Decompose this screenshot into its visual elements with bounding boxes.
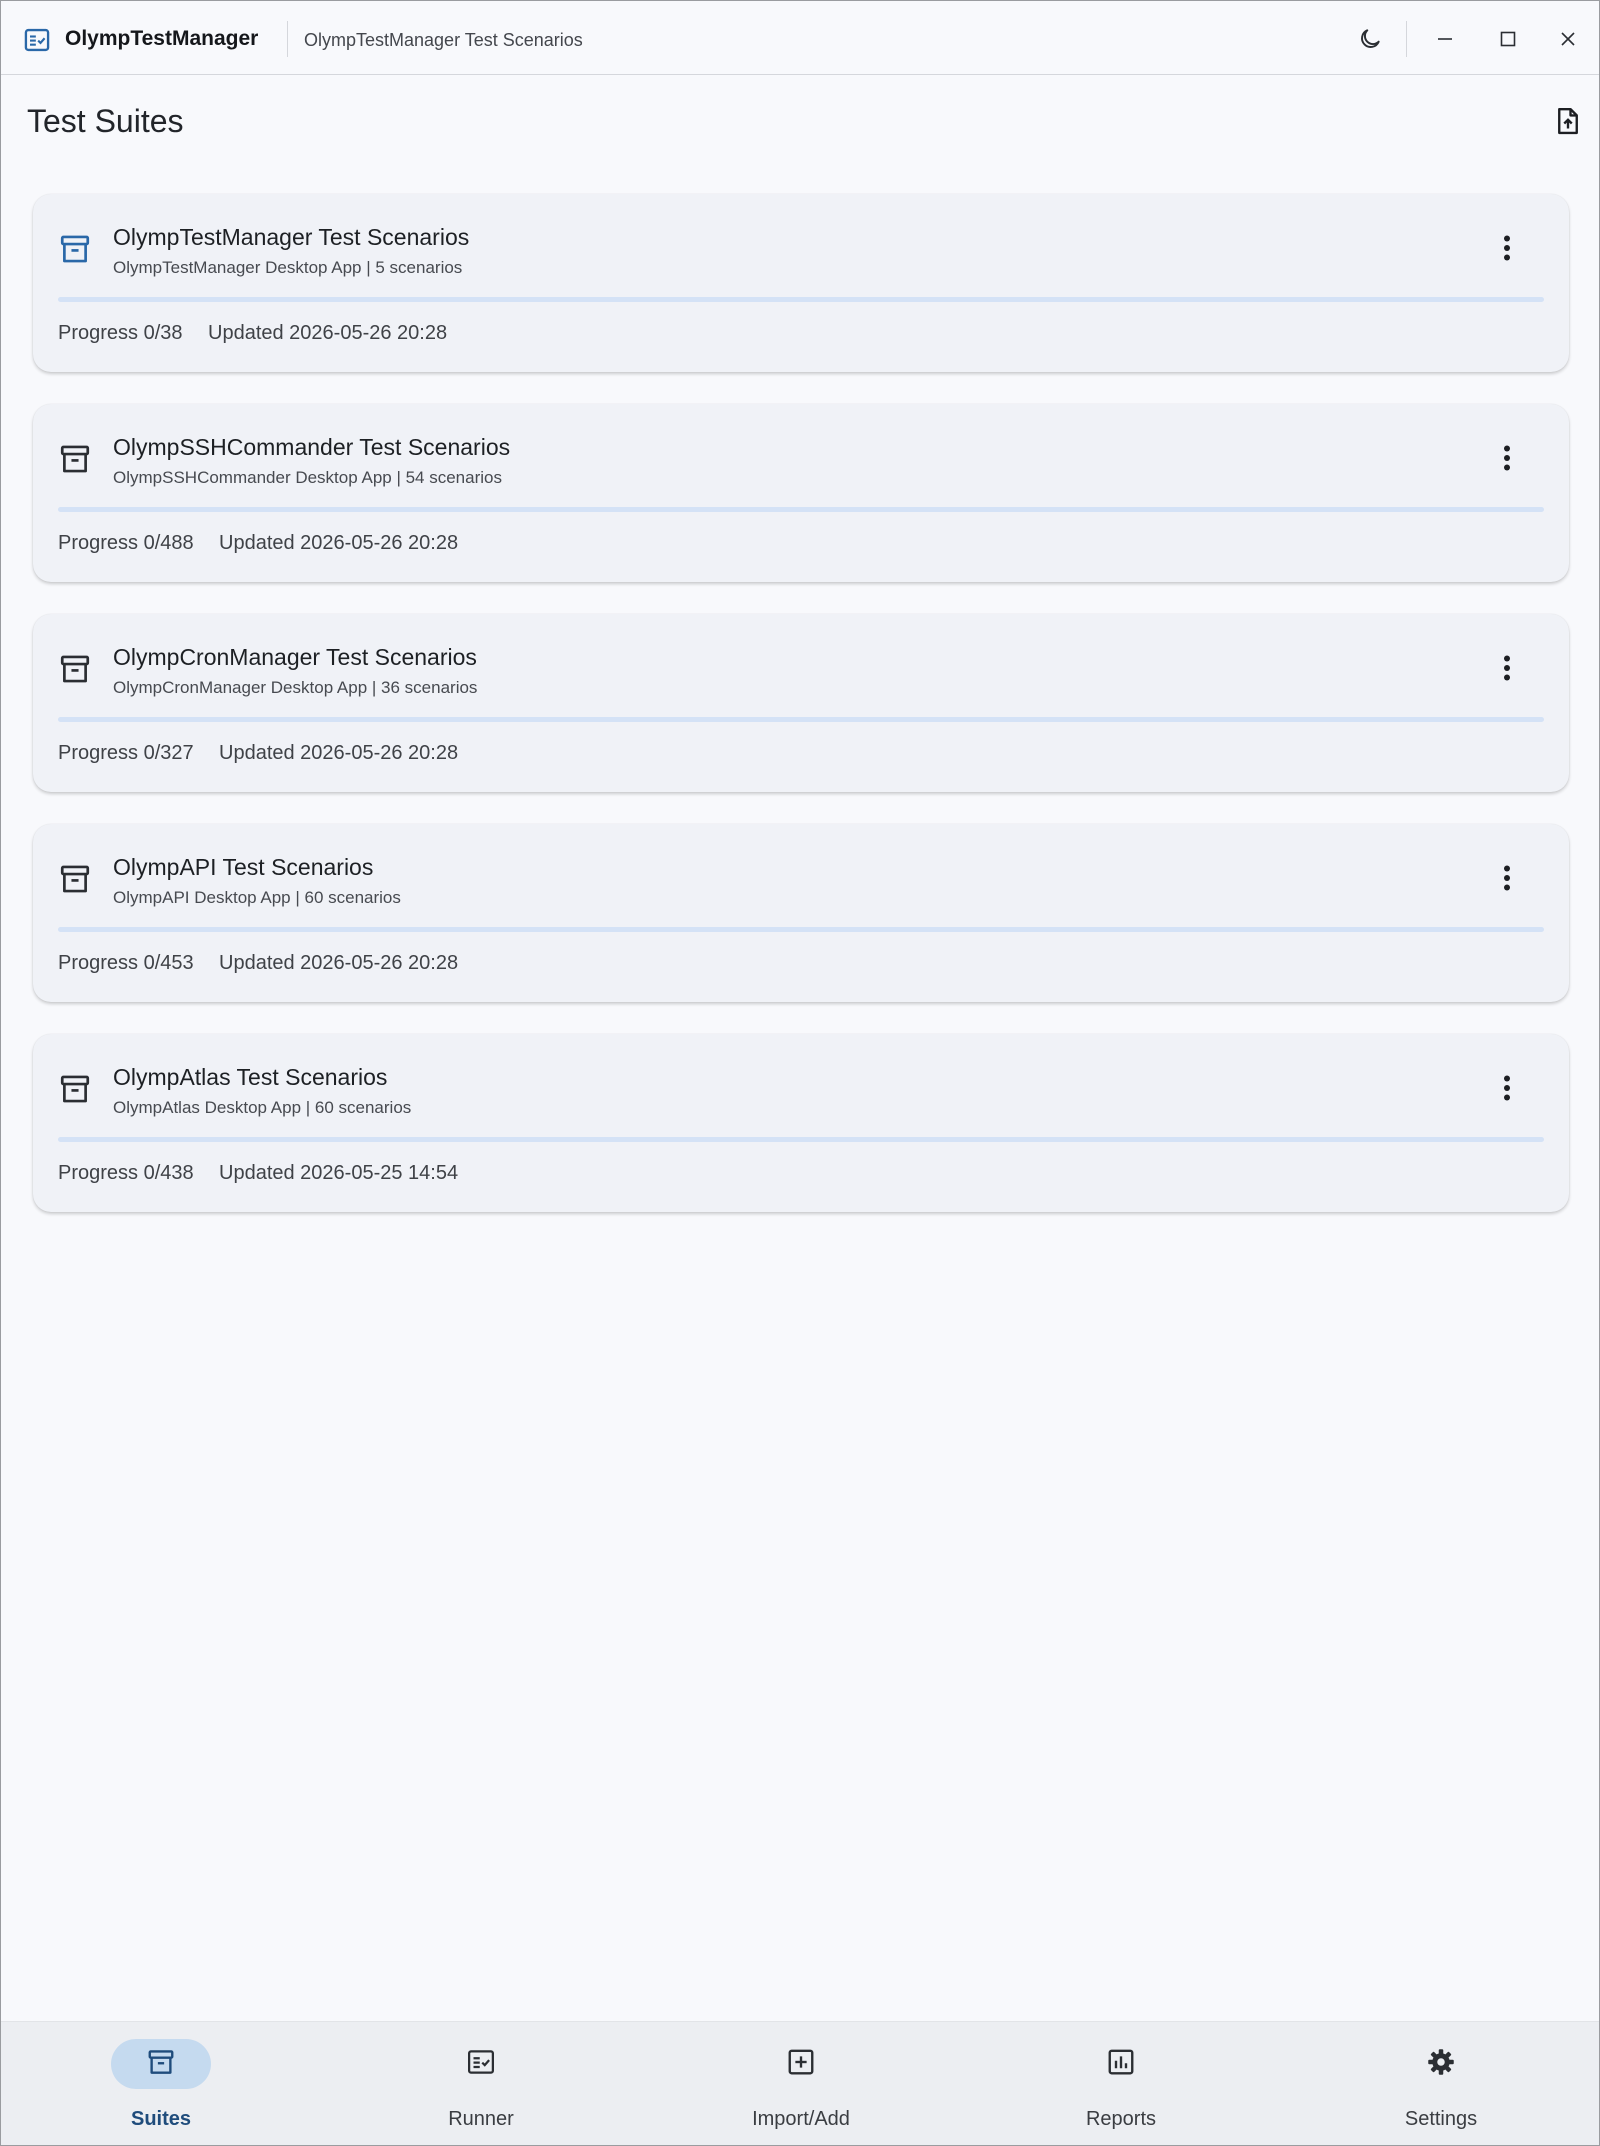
app-window: OlympTestManager OlympTestManager Test S…: [0, 0, 1600, 2146]
title-bar[interactable]: OlympTestManager OlympTestManager Test S…: [1, 1, 1599, 75]
suite-name: OlympAPI Test Scenarios: [113, 854, 374, 880]
nav-indicator: [431, 2039, 531, 2089]
suite-card[interactable]: OlympCronManager Test Scenarios OlympCron…: [33, 614, 1569, 792]
archive-icon: [146, 2047, 176, 2082]
nav-indicator: [751, 2039, 851, 2089]
more-vert-icon: [1504, 865, 1510, 891]
maximize-button[interactable]: [1491, 22, 1525, 56]
suite-updated-text: Updated 2026-05-26 20:28: [219, 532, 459, 554]
suite-progress-text: Progress 0/453: [58, 952, 194, 974]
suite-subtitle: OlympTestManager Desktop App | 5 scenari…: [113, 258, 463, 277]
file-upload-icon: [1558, 107, 1578, 135]
suite-progress-bar: [58, 507, 1544, 512]
suite-card[interactable]: OlympTestManager Test Scenarios OlympTest…: [33, 194, 1569, 372]
suite-name: OlympCronManager Test Scenarios: [113, 644, 477, 670]
nav-label: Suites: [130, 2108, 192, 2130]
nav-item-suites[interactable]: Suites: [61, 2022, 261, 2146]
suite-card[interactable]: OlympAtlas Test Scenarios OlympAtlas Desk…: [33, 1034, 1569, 1212]
nav-item-reports[interactable]: Reports: [1021, 2022, 1221, 2146]
suite-subtitle: OlympAtlas Desktop App | 60 scenarios: [113, 1098, 412, 1117]
suite-more-button[interactable]: [1489, 860, 1525, 896]
more-vert-icon: [1504, 655, 1510, 681]
suite-more-button[interactable]: [1489, 440, 1525, 476]
nav-indicator: [1391, 2039, 1491, 2089]
suite-updated-text: Updated 2026-05-25 14:54: [219, 1162, 459, 1184]
suite-name: OlympAtlas Test Scenarios: [113, 1064, 388, 1090]
suite-updated-text: Updated 2026-05-26 20:28: [219, 952, 459, 974]
nav-label: Runner: [448, 2108, 514, 2130]
suite-progress-text: Progress 0/438: [58, 1162, 194, 1184]
nav-item-import-add[interactable]: Import/Add: [701, 2022, 901, 2146]
close-icon: [1561, 32, 1575, 46]
more-vert-icon: [1504, 445, 1510, 471]
bottom-navigation: Suites Runner Import/Add Reports Settings: [1, 2021, 1599, 2145]
checklist-icon: [466, 2047, 496, 2082]
suite-progress-bar: [58, 297, 1544, 302]
suite-progress-bar: [58, 717, 1544, 722]
suite-progress-bar: [58, 927, 1544, 932]
minimize-icon: [1438, 38, 1452, 40]
nav-indicator: [111, 2039, 211, 2089]
suite-subtitle: OlympCronManager Desktop App | 36 scenar…: [113, 678, 478, 697]
nav-label: Settings: [1404, 2108, 1478, 2130]
nav-item-runner[interactable]: Runner: [381, 2022, 581, 2146]
app-logo-icon: [24, 28, 50, 52]
suite-progress-text: Progress 0/488: [58, 532, 194, 554]
maximize-icon: [1500, 31, 1516, 47]
window-title: OlympTestManager Test Scenarios: [304, 30, 583, 50]
close-button[interactable]: [1551, 22, 1585, 56]
suite-list: OlympTestManager Test Scenarios OlympTest…: [33, 194, 1569, 1244]
title-divider: [287, 21, 288, 57]
nav-label: Reports: [1085, 2108, 1157, 2130]
more-vert-icon: [1504, 235, 1510, 261]
suite-progress-text: Progress 0/327: [58, 742, 194, 764]
archive-icon: [58, 232, 92, 266]
archive-icon: [58, 442, 92, 476]
minimize-button[interactable]: [1428, 22, 1462, 56]
suite-card[interactable]: OlympAPI Test Scenarios OlympAPI Desktop …: [33, 824, 1569, 1002]
suite-name: OlympSSHCommander Test Scenarios: [113, 434, 511, 460]
suite-subtitle: OlympSSHCommander Desktop App | 54 scena…: [113, 468, 502, 487]
bar-chart-icon: [1106, 2047, 1136, 2082]
moon-icon: [1361, 29, 1380, 48]
archive-icon: [58, 862, 92, 896]
suite-name: OlympTestManager Test Scenarios: [113, 224, 470, 250]
suite-updated-text: Updated 2026-05-26 20:28: [208, 322, 448, 344]
page-title: Test Suites: [27, 103, 184, 139]
gear-icon: [1426, 2047, 1456, 2082]
nav-indicator: [1071, 2039, 1171, 2089]
suite-updated-text: Updated 2026-05-26 20:28: [219, 742, 459, 764]
suite-progress-text: Progress 0/38: [58, 322, 183, 344]
more-vert-icon: [1504, 1075, 1510, 1101]
archive-icon: [58, 652, 92, 686]
suite-more-button[interactable]: [1489, 1070, 1525, 1106]
suite-more-button[interactable]: [1489, 650, 1525, 686]
app-name: OlympTestManager: [65, 27, 259, 50]
suite-card[interactable]: OlympSSHCommander Test Scenarios OlympSSH…: [33, 404, 1569, 582]
archive-icon: [58, 1072, 92, 1106]
suite-more-button[interactable]: [1489, 230, 1525, 266]
suite-subtitle: OlympAPI Desktop App | 60 scenarios: [113, 888, 401, 907]
nav-item-settings[interactable]: Settings: [1341, 2022, 1541, 2146]
suite-progress-bar: [58, 1137, 1544, 1142]
export-button[interactable]: [1548, 101, 1588, 141]
controls-divider: [1406, 21, 1407, 57]
theme-toggle-button[interactable]: [1353, 22, 1387, 56]
nav-label: Import/Add: [752, 2108, 850, 2130]
add-box-icon: [786, 2047, 816, 2082]
